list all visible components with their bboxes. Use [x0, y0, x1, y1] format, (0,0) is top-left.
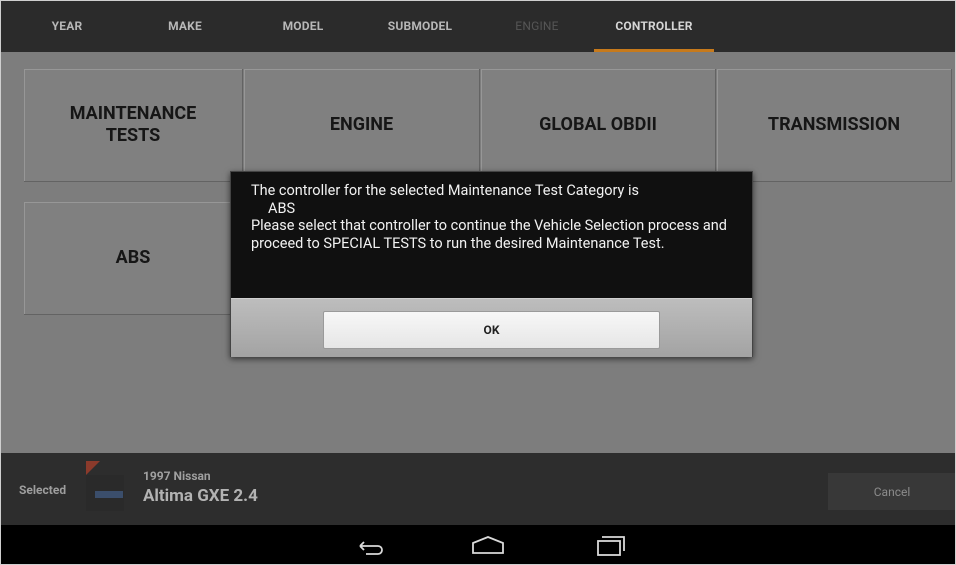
- screen-border: [0, 0, 956, 565]
